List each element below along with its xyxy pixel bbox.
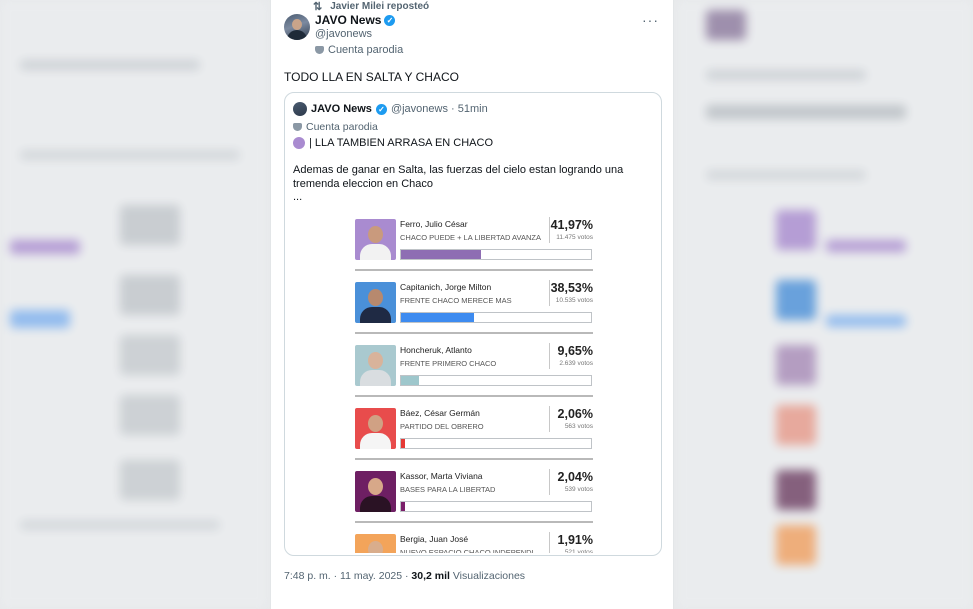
more-options-icon[interactable]: ··· (642, 12, 659, 28)
candidate-bar (400, 501, 592, 512)
verified-badge-icon: ✓ (384, 14, 396, 26)
row-divider (355, 269, 593, 271)
candidate-party: FRENTE PRIMERO CHACO (400, 359, 497, 368)
candidate-bar (400, 249, 592, 260)
tweet-text: TODO LLA EN SALTA Y CHACO (284, 70, 459, 84)
background-left-panel (0, 0, 268, 609)
candidate-percent: 2,06% (557, 407, 593, 421)
candidate-name: Capitanich, Jorge Milton (400, 282, 492, 292)
candidate-row: Bergia, Juan José NUEVO ESPACIO CHACO IND… (355, 532, 593, 553)
quoted-body: Ademas de ganar en Salta, las fuerzas de… (293, 164, 624, 190)
candidate-bar-fill (401, 376, 420, 385)
parody-label: Cuenta parodia (315, 44, 403, 56)
candidate-party: NUEVO ESPACIO CHACO INDEPENDIENTE (400, 548, 546, 553)
candidate-photo (355, 345, 396, 386)
tweet-timestamp[interactable]: 7:48 p. m. · 11 may. 2025 · (284, 570, 411, 582)
candidate-row: Kassor, Marta Viviana BASES PARA LA LIBER… (355, 469, 593, 527)
quoted-headline-text: | LLA TAMBIEN ARRASA EN CHACO (309, 137, 494, 149)
candidate-party: BASES PARA LA LIBERTAD (400, 485, 496, 494)
candidate-bar (400, 312, 592, 323)
separator (549, 280, 550, 306)
candidate-name: Bergia, Juan José (400, 534, 469, 544)
candidate-percent: 1,91% (557, 533, 593, 547)
quoted-tweet[interactable]: JAVO News ✓ @javonews · 51min Cuenta par… (284, 92, 662, 556)
separator (549, 532, 550, 553)
candidate-party: CHACO PUEDE + LA LIBERTAD AVANZA (400, 233, 541, 242)
candidate-percent: 2,04% (557, 470, 593, 484)
candidate-name: Honcheruk, Atlanto (400, 345, 472, 355)
candidate-row: Báez, César Germán PARTIDO DEL OBRERO 2,06… (355, 406, 593, 464)
candidate-photo (355, 534, 396, 553)
separator (549, 406, 550, 432)
candidate-bar-fill (401, 313, 475, 322)
candidate-party: PARTIDO DEL OBRERO (400, 422, 484, 431)
candidate-bar-fill (401, 439, 405, 448)
candidate-bar-fill (401, 502, 405, 511)
candidate-votes: 521 votos (564, 549, 593, 553)
candidate-row: Honcheruk, Atlanto FRENTE PRIMERO CHACO 9,… (355, 343, 593, 401)
candidate-percent: 9,65% (557, 344, 593, 358)
candidate-name: Báez, César Germán (400, 408, 480, 418)
candidate-votes: 10.535 votos (555, 297, 593, 304)
purple-circle-icon (293, 137, 305, 149)
candidate-bar (400, 375, 592, 386)
parody-mask-icon (315, 46, 324, 54)
candidate-name: Kassor, Marta Viviana (400, 471, 483, 481)
quoted-parody-label: Cuenta parodia (293, 121, 378, 133)
views-label: Visualizaciones (449, 570, 526, 582)
candidate-row: Capitanich, Jorge Milton FRENTE CHACO MER… (355, 280, 593, 338)
row-divider (355, 458, 593, 460)
quoted-parody-mask-icon (293, 123, 302, 131)
candidate-row: Ferro, Julio César CHACO PUEDE + LA LIBER… (355, 217, 593, 275)
separator (549, 217, 550, 243)
row-divider (355, 332, 593, 334)
separator (549, 469, 550, 495)
quoted-verified-badge-icon: ✓ (375, 103, 387, 115)
candidate-photo (355, 219, 396, 260)
background-right-panel (676, 0, 973, 609)
parody-text: Cuenta parodia (328, 44, 404, 56)
candidate-votes: 2.639 votos (559, 360, 593, 367)
views-count: 30,2 mil (411, 570, 450, 582)
row-divider (355, 521, 593, 523)
election-results-image[interactable]: Ferro, Julio César CHACO PUEDE + LA LIBER… (355, 213, 595, 553)
row-divider (355, 395, 593, 397)
candidate-votes: 11.475 votos (556, 234, 593, 241)
candidate-party: FRENTE CHACO MERECE MAS (400, 296, 512, 305)
separator (549, 343, 550, 369)
candidate-photo (355, 408, 396, 449)
candidate-percent: 41,97% (550, 218, 593, 232)
author-avatar[interactable] (284, 14, 310, 40)
quoted-author-name[interactable]: JAVO News (311, 103, 372, 115)
candidate-bar-fill (401, 250, 481, 259)
quoted-ellipsis: ... (293, 191, 303, 203)
tweet-footer: 7:48 p. m. · 11 may. 2025 · 30,2 mil Vis… (284, 570, 525, 582)
repost-label: Javier Milei reposteó (330, 0, 430, 12)
author-name-line[interactable]: JAVO News ✓ (315, 13, 396, 27)
author-handle[interactable]: @javonews (315, 28, 372, 40)
repost-icon: ⇅ (313, 0, 323, 13)
quoted-parody-text: Cuenta parodia (306, 121, 378, 133)
author-name[interactable]: JAVO News (315, 13, 381, 27)
candidate-votes: 563 votos (564, 423, 593, 430)
quoted-meta: @javonews · 51min (390, 103, 488, 115)
tweet-card[interactable]: ⇅ Javier Milei reposteó JAVO News ✓ @jav… (270, 0, 674, 609)
candidate-photo (355, 471, 396, 512)
candidate-photo (355, 282, 396, 323)
candidate-bar (400, 438, 592, 449)
quoted-header: JAVO News ✓ @javonews · 51min (293, 102, 488, 116)
repost-indicator[interactable]: ⇅ Javier Milei reposteó (313, 0, 430, 13)
quoted-avatar[interactable] (293, 102, 307, 116)
candidate-percent: 38,53% (550, 281, 593, 295)
quoted-headline: | LLA TAMBIEN ARRASA EN CHACO (293, 137, 493, 149)
candidate-name: Ferro, Julio César (400, 219, 468, 229)
candidate-votes: 539 votos (564, 486, 593, 493)
